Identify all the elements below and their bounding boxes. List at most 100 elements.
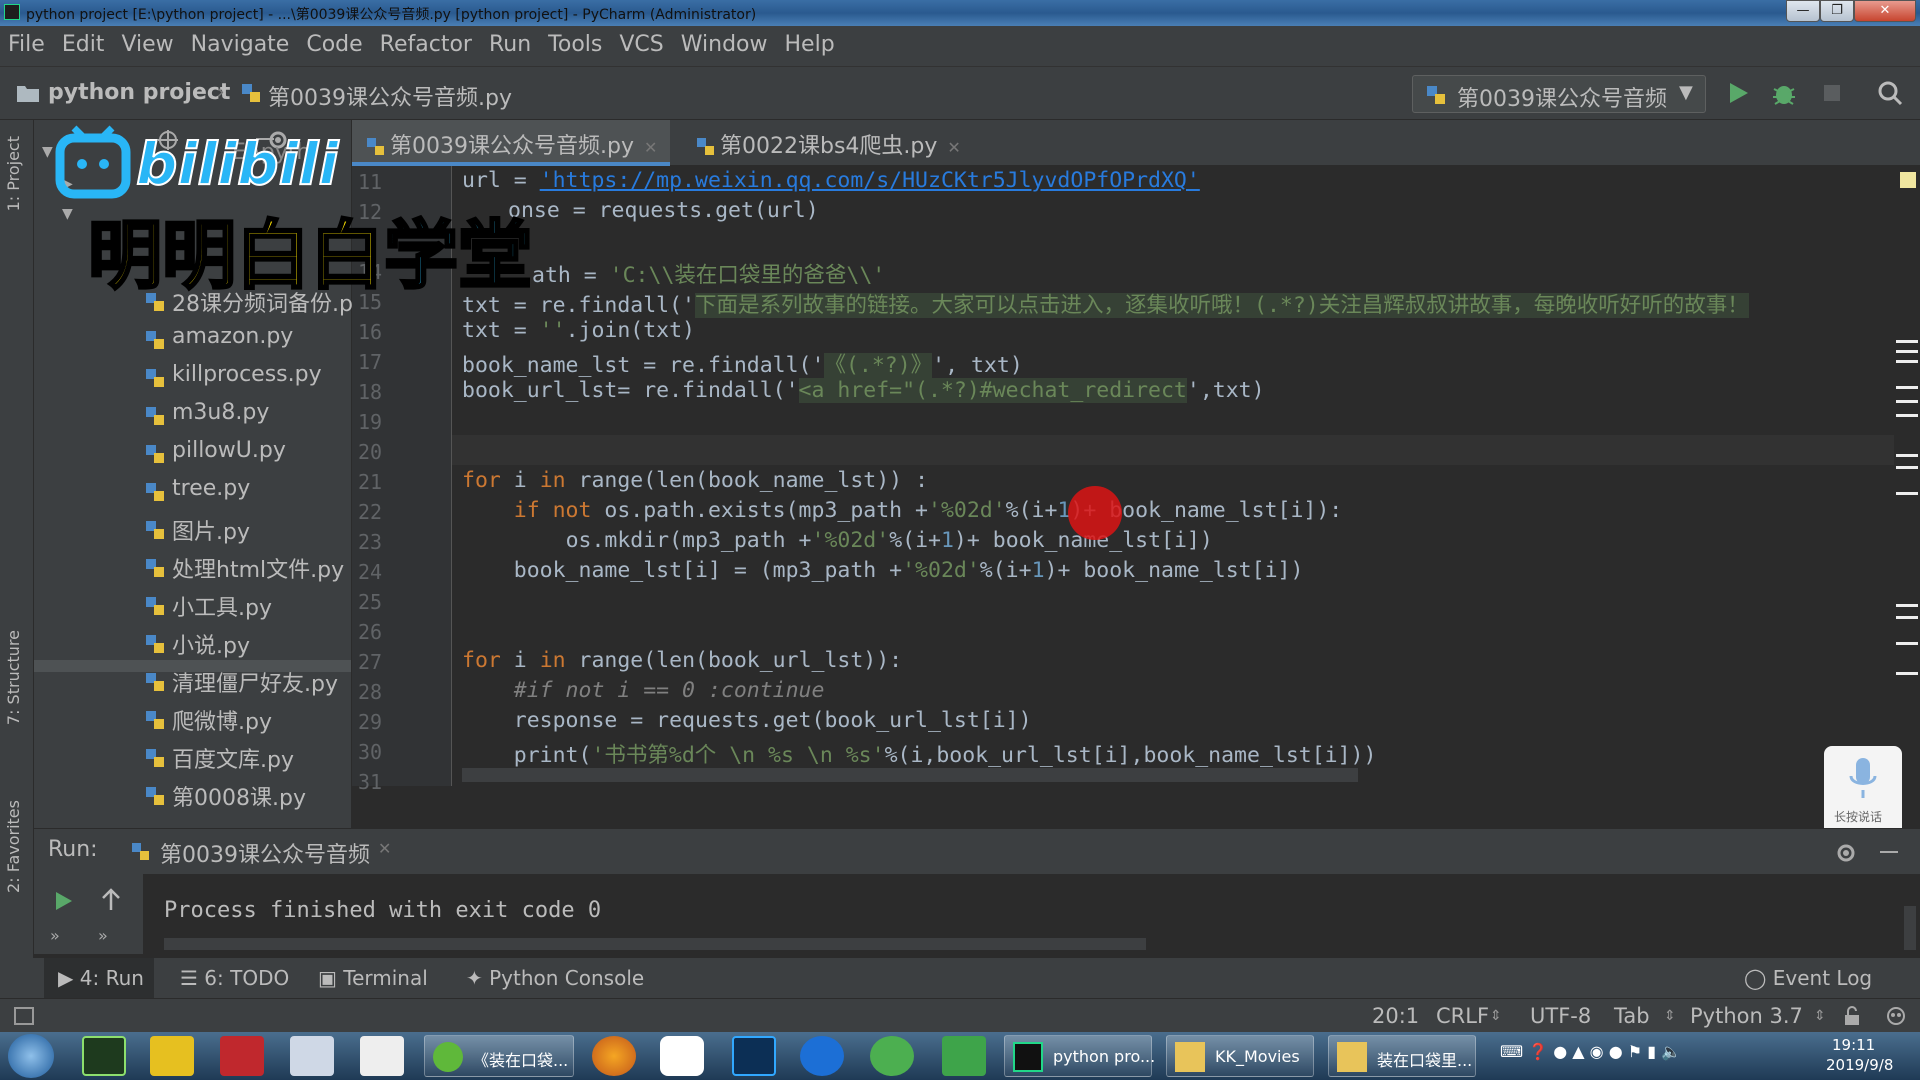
scroll-marker[interactable] [1896, 400, 1918, 403]
baidu-netdisk-icon[interactable] [660, 1036, 704, 1076]
menu-code[interactable]: Code [298, 26, 362, 57]
editor-horizontal-scrollbar[interactable] [462, 768, 1358, 782]
tree-file-item[interactable]: 小工具.py [146, 590, 272, 622]
more-actions-icon[interactable]: » [50, 926, 60, 945]
comic-app-icon[interactable] [360, 1036, 404, 1076]
close-window-button[interactable]: ✕ [1854, 0, 1916, 22]
antivirus-icon[interactable]: ◉ [1590, 1042, 1604, 1061]
network-icon[interactable]: ▲ [1572, 1042, 1584, 1061]
green-app-icon[interactable] [942, 1036, 986, 1076]
run-tab-label[interactable]: 第0039课公众号音频 [160, 837, 370, 869]
more-actions-icon[interactable]: » [98, 926, 108, 945]
debug-icon[interactable] [1770, 79, 1798, 107]
scroll-marker[interactable] [1896, 360, 1918, 363]
tree-file-item[interactable]: tree.py [146, 476, 250, 501]
taskbar-window-folder[interactable]: 装在口袋里... [1328, 1035, 1476, 1077]
clock-date[interactable]: 2019/9/8 [1826, 1056, 1893, 1074]
line-separator-selector[interactable]: CRLF [1436, 1004, 1489, 1028]
clock-time[interactable]: 19:11 [1832, 1036, 1875, 1054]
interpreter-selector[interactable]: Python 3.7 [1690, 1004, 1803, 1028]
code-url-link[interactable]: 'https://mp.weixin.qq.com/s/HUzCKtr5Jlyv… [540, 168, 1200, 193]
minimize-button[interactable]: — [1786, 0, 1820, 22]
console-horizontal-scrollbar[interactable] [164, 938, 1146, 950]
signal-icon[interactable]: ▮ [1647, 1042, 1656, 1061]
close-run-tab-icon[interactable]: ✕ [378, 839, 391, 858]
event-log-button[interactable]: ◯ Event Log [1744, 966, 1872, 990]
menu-window[interactable]: Window [673, 26, 768, 57]
tab-todo[interactable]: ☰ 6: TODO [180, 966, 289, 990]
tree-file-item[interactable]: 小说.py [146, 628, 250, 660]
gear-icon[interactable] [1834, 841, 1858, 865]
tree-file-item[interactable]: killprocess.py [146, 362, 322, 387]
photoshop-icon[interactable] [732, 1036, 776, 1076]
flag-icon[interactable]: ⚑ [1628, 1042, 1642, 1061]
tree-file-item[interactable]: 清理僵尸好友.py [146, 666, 338, 698]
run-icon[interactable] [1724, 79, 1752, 107]
tab-run[interactable]: ▶ 4: Run [58, 966, 144, 990]
tool-tab-favorites[interactable]: 2: Favorites [4, 800, 23, 893]
tab-terminal[interactable]: ▣ Terminal [318, 966, 428, 990]
tree-file-item[interactable]: 百度文库.py [146, 742, 294, 774]
wechat-tray-icon[interactable]: ● [1609, 1042, 1623, 1061]
taskbar-window-browser[interactable]: 《装在口袋... [424, 1035, 574, 1077]
menu-run[interactable]: Run [481, 26, 531, 57]
menu-tools[interactable]: Tools [540, 26, 602, 57]
scroll-marker[interactable] [1896, 604, 1918, 607]
scroll-marker[interactable] [1896, 492, 1918, 495]
tree-file-item[interactable]: amazon.py [146, 324, 293, 349]
arrow-up-icon[interactable] [100, 888, 122, 912]
encoding-selector[interactable]: UTF-8 [1530, 1004, 1591, 1028]
menu-navigate[interactable]: Navigate [183, 26, 290, 57]
hide-panel-icon[interactable] [1880, 851, 1898, 853]
stop-icon[interactable] [1818, 79, 1846, 107]
scroll-marker[interactable] [1896, 454, 1918, 457]
tree-expand-icon[interactable]: ▼ [42, 144, 53, 160]
tree-file-item[interactable]: 图片.py [146, 514, 250, 546]
scroll-marker[interactable] [1896, 340, 1918, 343]
lock-icon[interactable] [1842, 1005, 1862, 1027]
menu-file[interactable]: File [0, 26, 45, 57]
firefox-icon[interactable] [592, 1036, 636, 1076]
wechat-icon[interactable] [870, 1036, 914, 1076]
tab-python-console[interactable]: ✦ Python Console [466, 966, 644, 990]
start-button[interactable] [8, 1034, 54, 1078]
menu-refactor[interactable]: Refactor [372, 26, 472, 57]
rerun-icon[interactable] [52, 890, 74, 912]
tab-editor[interactable]: 第0022课bs4爬虫.py ✕ [682, 120, 961, 166]
tab-editor-active[interactable]: 第0039课公众号音频.py ✕ [352, 120, 670, 166]
volume-icon[interactable]: 🔈 [1661, 1042, 1681, 1061]
breadcrumb-file[interactable]: 第0039课公众号音频.py [268, 80, 512, 112]
scroll-marker[interactable] [1896, 414, 1918, 417]
scroll-marker[interactable] [1896, 350, 1918, 353]
menu-view[interactable]: View [113, 26, 173, 57]
run-configuration-dropdown[interactable]: 第0039课公众号音频 ▼ [1412, 75, 1706, 113]
reader-app-icon[interactable] [800, 1036, 844, 1076]
scroll-marker[interactable] [1896, 672, 1918, 675]
scroll-marker[interactable] [1896, 386, 1918, 389]
system-tray[interactable]: ⌨ ❓ ● ▲ ◉ ● ⚑ ▮ 🔈 [1500, 1042, 1760, 1070]
tree-file-item[interactable]: m3u8.py [146, 400, 269, 425]
tool-tab-project[interactable]: 1: Project [4, 136, 23, 211]
tree-file-item[interactable]: 第0008课.py [146, 780, 306, 812]
audition-icon[interactable] [82, 1036, 126, 1076]
breadcrumb-project[interactable]: python project [48, 80, 230, 105]
caret-position[interactable]: 20:1 [1372, 1004, 1419, 1028]
microphone-icon[interactable]: ● [1553, 1042, 1567, 1061]
book-app-icon[interactable] [220, 1036, 264, 1076]
keyboard-icon[interactable]: ⌨ [1500, 1042, 1523, 1061]
tool-tab-structure[interactable]: 7: Structure [4, 630, 23, 725]
close-tab-icon[interactable]: ✕ [644, 138, 657, 157]
tree-file-item[interactable]: pillowU.py [146, 438, 286, 463]
inspector-icon[interactable] [1884, 1005, 1908, 1027]
penguin-app-icon[interactable] [290, 1036, 334, 1076]
search-icon[interactable] [1876, 79, 1904, 107]
maximize-button[interactable]: ❐ [1820, 0, 1854, 22]
pdf-reader-icon[interactable] [150, 1036, 194, 1076]
scroll-marker[interactable] [1896, 466, 1918, 469]
help-icon[interactable]: ❓ [1528, 1042, 1548, 1061]
scroll-marker[interactable] [1896, 616, 1918, 619]
menu-vcs[interactable]: VCS [611, 26, 663, 57]
taskbar-window-pycharm[interactable]: python pro... [1004, 1035, 1155, 1077]
scroll-marker[interactable] [1896, 642, 1918, 645]
close-tab-icon[interactable]: ✕ [947, 138, 960, 157]
